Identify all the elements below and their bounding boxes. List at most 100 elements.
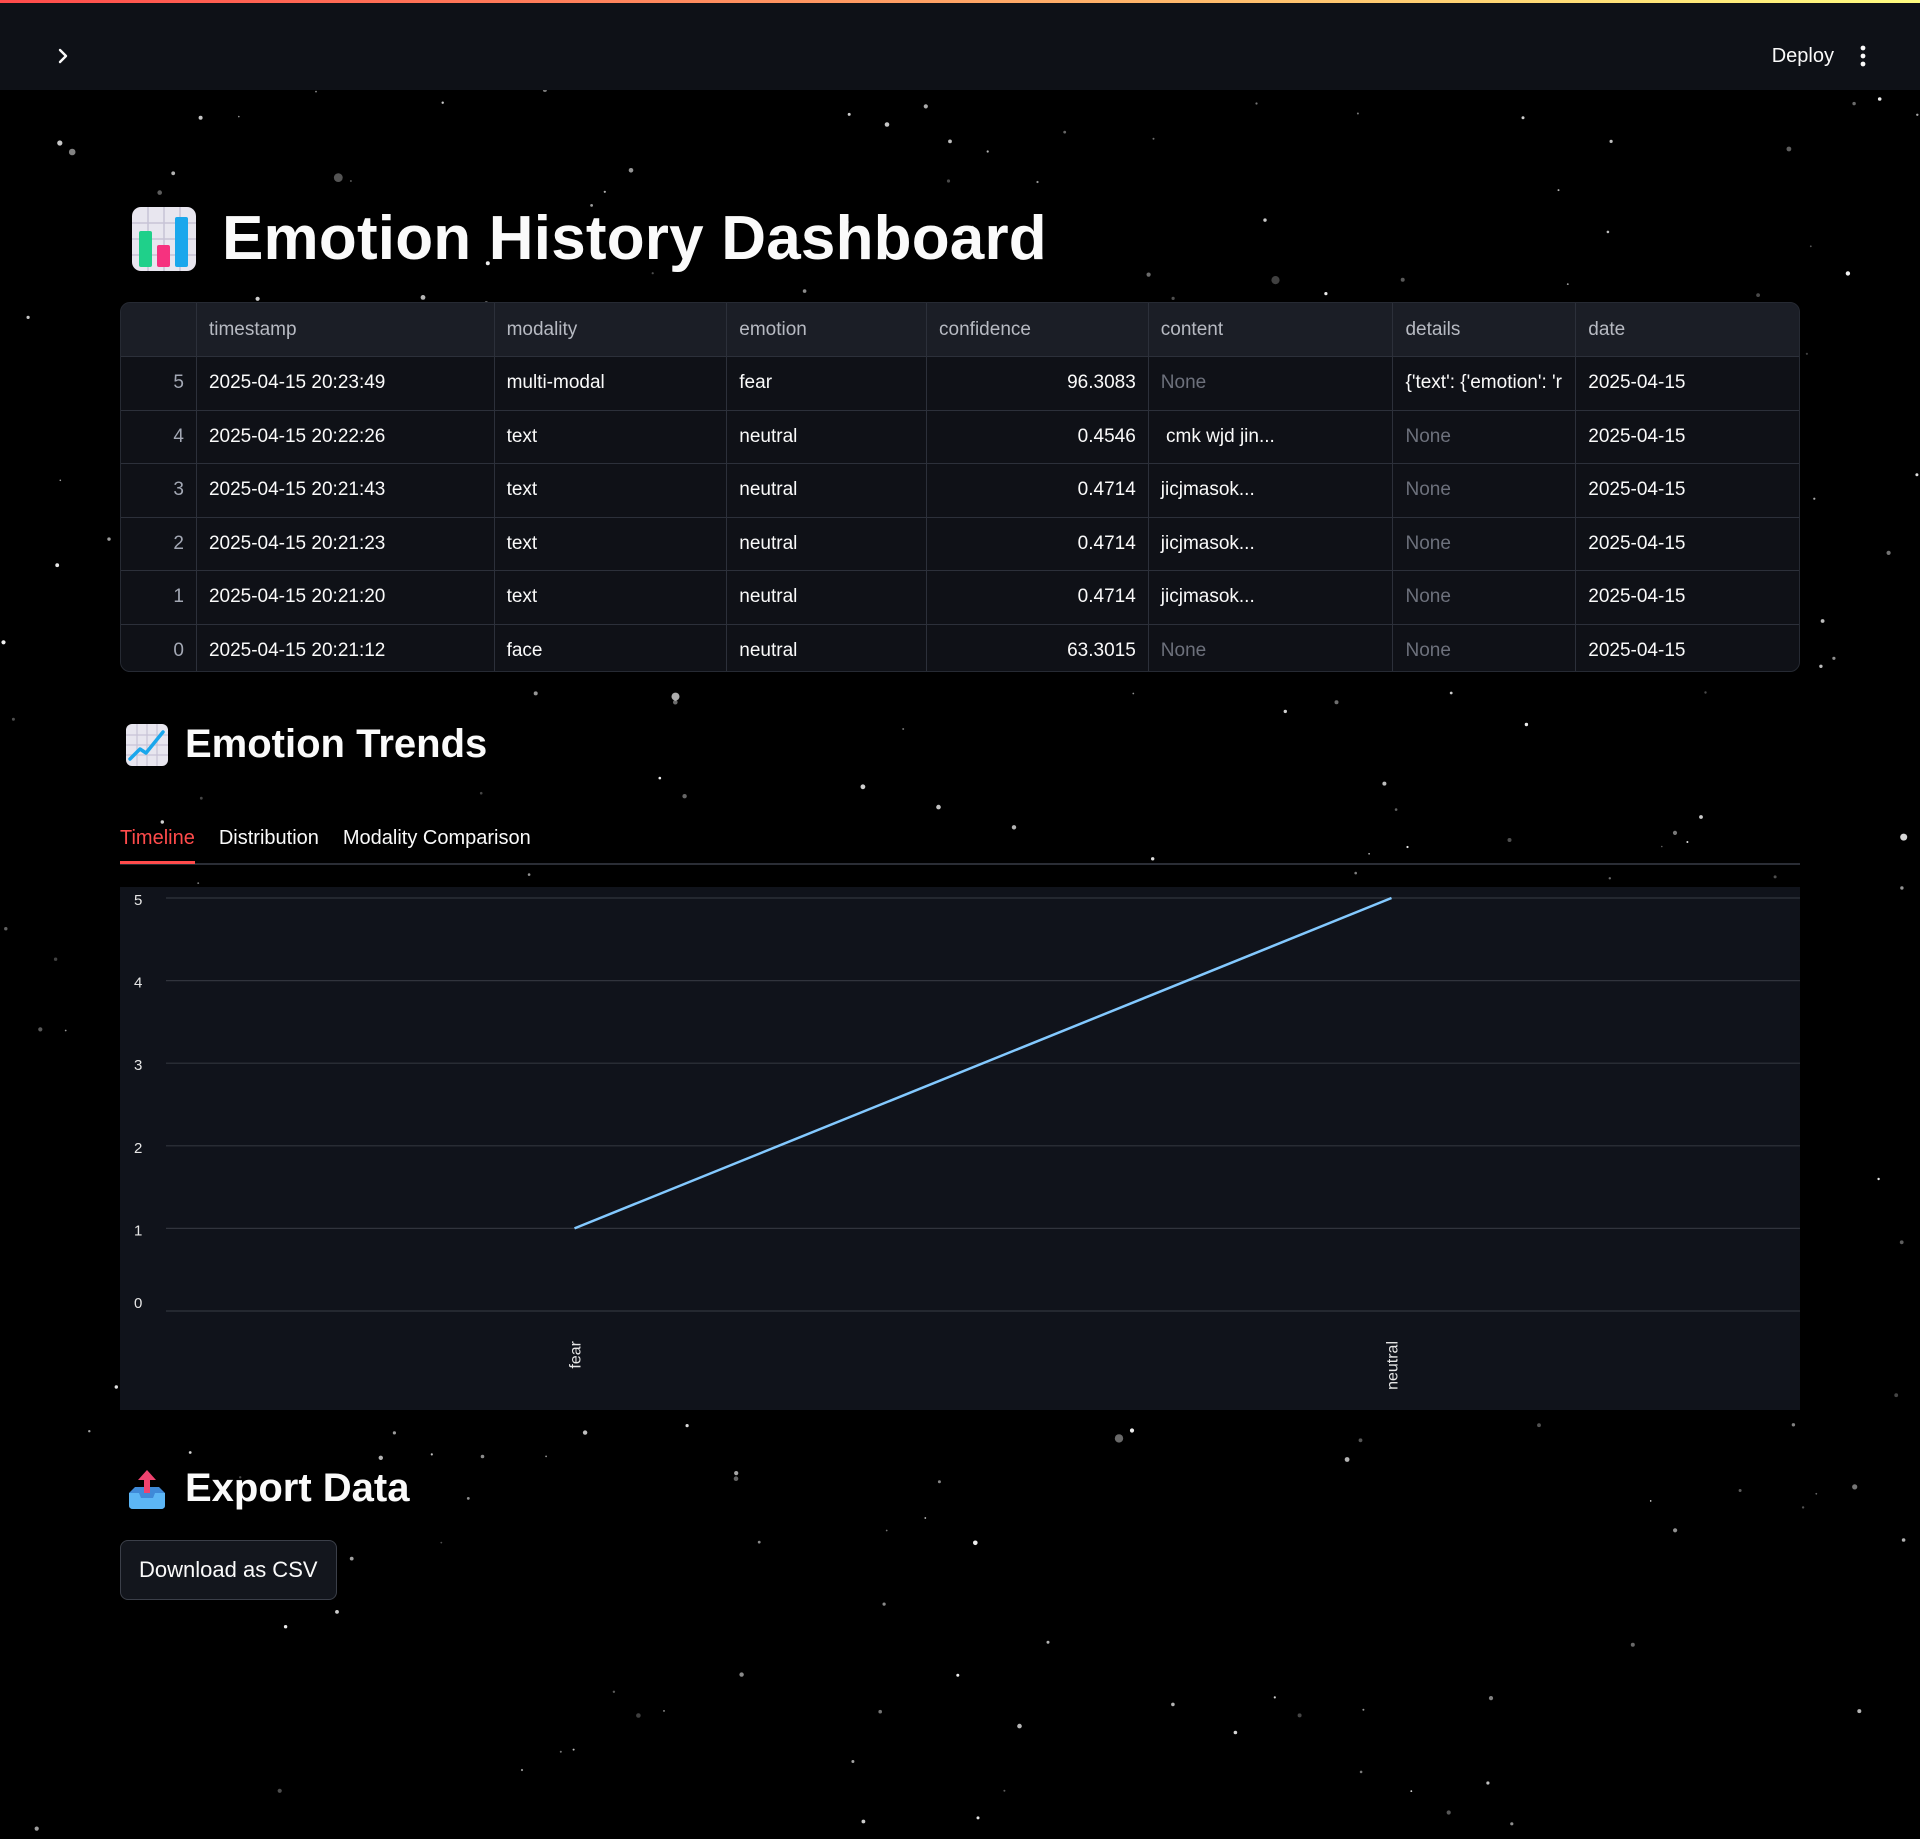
- cell-modality[interactable]: text: [495, 464, 728, 517]
- star: [441, 101, 444, 104]
- download-csv-button[interactable]: Download as CSV: [120, 1540, 337, 1600]
- cell-date[interactable]: 2025-04-15: [1576, 518, 1799, 571]
- star: [430, 1453, 433, 1456]
- column-header-content[interactable]: content: [1149, 303, 1394, 356]
- cell-details[interactable]: None: [1393, 624, 1577, 671]
- star: [861, 1819, 866, 1824]
- cell-confidence[interactable]: 0.4714: [927, 517, 1149, 570]
- cell-details[interactable]: None: [1393, 517, 1577, 570]
- cell-date[interactable]: 2025-04-15: [1576, 571, 1799, 624]
- column-header-index[interactable]: [121, 303, 197, 356]
- tab-modality-comparison[interactable]: Modality Comparison: [343, 815, 531, 861]
- cell-content[interactable]: jicjmasok...: [1149, 571, 1394, 624]
- column-header-confidence[interactable]: confidence: [927, 303, 1149, 356]
- star: [1356, 112, 1359, 115]
- star: [802, 289, 807, 293]
- cell-modality[interactable]: face: [495, 624, 728, 671]
- cell-timestamp[interactable]: 2025-04-15 20:21:23: [197, 517, 495, 570]
- star: [1, 640, 6, 645]
- cell-emotion[interactable]: neutral: [727, 464, 928, 517]
- cell-confidence[interactable]: 63.3015: [927, 624, 1149, 671]
- cell-emotion[interactable]: neutral: [727, 571, 928, 624]
- star: [107, 537, 111, 541]
- cell-content[interactable]: jicjmasok...: [1149, 464, 1394, 517]
- cell-emotion[interactable]: fear: [727, 357, 928, 410]
- star: [55, 563, 60, 568]
- cell-date[interactable]: 2025-04-15: [1576, 625, 1799, 672]
- cell-index[interactable]: 5: [121, 357, 197, 410]
- star: [572, 1748, 575, 1751]
- cell-emotion[interactable]: neutral: [727, 517, 928, 570]
- star: [1916, 113, 1919, 117]
- star: [1819, 664, 1823, 668]
- tab-timeline[interactable]: Timeline: [120, 815, 195, 864]
- cell-timestamp[interactable]: 2025-04-15 20:21:12: [197, 624, 495, 671]
- star: [440, 1541, 443, 1544]
- cell-details[interactable]: None: [1393, 571, 1577, 624]
- star: [628, 168, 634, 173]
- cell-modality[interactable]: multi-modal: [495, 357, 728, 410]
- cell-modality[interactable]: text: [495, 571, 728, 624]
- cell-details[interactable]: None: [1393, 410, 1577, 463]
- star: [53, 957, 58, 961]
- star: [1510, 1822, 1514, 1826]
- star: [533, 691, 538, 696]
- star: [636, 1713, 641, 1718]
- cell-details[interactable]: None: [1393, 464, 1577, 517]
- cell-content[interactable]: None: [1149, 624, 1394, 671]
- x-tick-label: fear: [568, 1340, 585, 1368]
- deploy-button[interactable]: Deploy: [1772, 39, 1834, 73]
- cell-confidence[interactable]: 0.4714: [927, 571, 1149, 624]
- star: [1894, 1393, 1899, 1398]
- star: [671, 692, 680, 701]
- column-header-details[interactable]: details: [1393, 303, 1577, 356]
- main-menu-button[interactable]: [1848, 39, 1878, 73]
- cell-emotion[interactable]: neutral: [727, 410, 928, 463]
- star: [1608, 877, 1612, 880]
- cell-content[interactable]: jicjmasok...: [1149, 517, 1394, 570]
- cell-confidence[interactable]: 0.4546: [927, 410, 1149, 463]
- column-header-emotion[interactable]: emotion: [727, 303, 928, 356]
- timeline-chart[interactable]: 0 1 2 3 4 5 fear neutral: [120, 887, 1800, 1410]
- cell-emotion[interactable]: neutral: [727, 624, 928, 671]
- cell-content[interactable]: None: [1149, 357, 1394, 410]
- star: [68, 148, 76, 156]
- star: [559, 1750, 562, 1753]
- cell-index[interactable]: 3: [121, 464, 197, 517]
- cell-index[interactable]: 0: [121, 624, 197, 671]
- cell-modality[interactable]: text: [495, 517, 728, 570]
- star: [198, 115, 203, 120]
- star: [924, 1517, 927, 1519]
- column-header-date[interactable]: date: [1576, 303, 1799, 356]
- cell-timestamp[interactable]: 2025-04-15 20:21:43: [197, 464, 495, 517]
- cell-date[interactable]: 2025-04-15: [1576, 464, 1799, 517]
- star: [1359, 1770, 1363, 1774]
- cell-timestamp[interactable]: 2025-04-15 20:22:26: [197, 410, 495, 463]
- cell-content[interactable]: cmk wjd jin...: [1149, 410, 1394, 463]
- cell-confidence[interactable]: 96.3083: [927, 357, 1149, 410]
- table-header-row: timestamp modality emotion confidence co…: [121, 303, 1799, 357]
- cell-date[interactable]: 2025-04-15: [1576, 357, 1799, 410]
- cell-index[interactable]: 2: [121, 517, 197, 570]
- star: [757, 1540, 761, 1544]
- cell-index[interactable]: 1: [121, 571, 197, 624]
- star: [1886, 550, 1891, 556]
- cell-modality[interactable]: text: [495, 410, 728, 463]
- sidebar-toggle-button[interactable]: [46, 39, 80, 73]
- column-header-timestamp[interactable]: timestamp: [197, 303, 495, 356]
- column-header-modality[interactable]: modality: [495, 303, 728, 356]
- star: [479, 791, 483, 795]
- emotion-history-table[interactable]: timestamp modality emotion confidence co…: [120, 302, 1800, 672]
- cell-details[interactable]: {'text': {'emotion': 'r: [1393, 357, 1577, 410]
- cell-timestamp[interactable]: 2025-04-15 20:21:20: [197, 571, 495, 624]
- table-row: 4 2025-04-15 20:22:26 text neutral 0.454…: [121, 410, 1799, 464]
- tab-distribution[interactable]: Distribution: [219, 815, 319, 861]
- cell-index[interactable]: 4: [121, 410, 197, 463]
- cell-confidence[interactable]: 0.4714: [927, 464, 1149, 517]
- cell-timestamp[interactable]: 2025-04-15 20:23:49: [197, 357, 495, 410]
- star: [1129, 1428, 1135, 1433]
- chart-increasing-emoji-icon: [126, 723, 168, 766]
- cell-date[interactable]: 2025-04-15: [1576, 411, 1799, 464]
- star: [11, 717, 15, 721]
- star: [114, 1385, 119, 1389]
